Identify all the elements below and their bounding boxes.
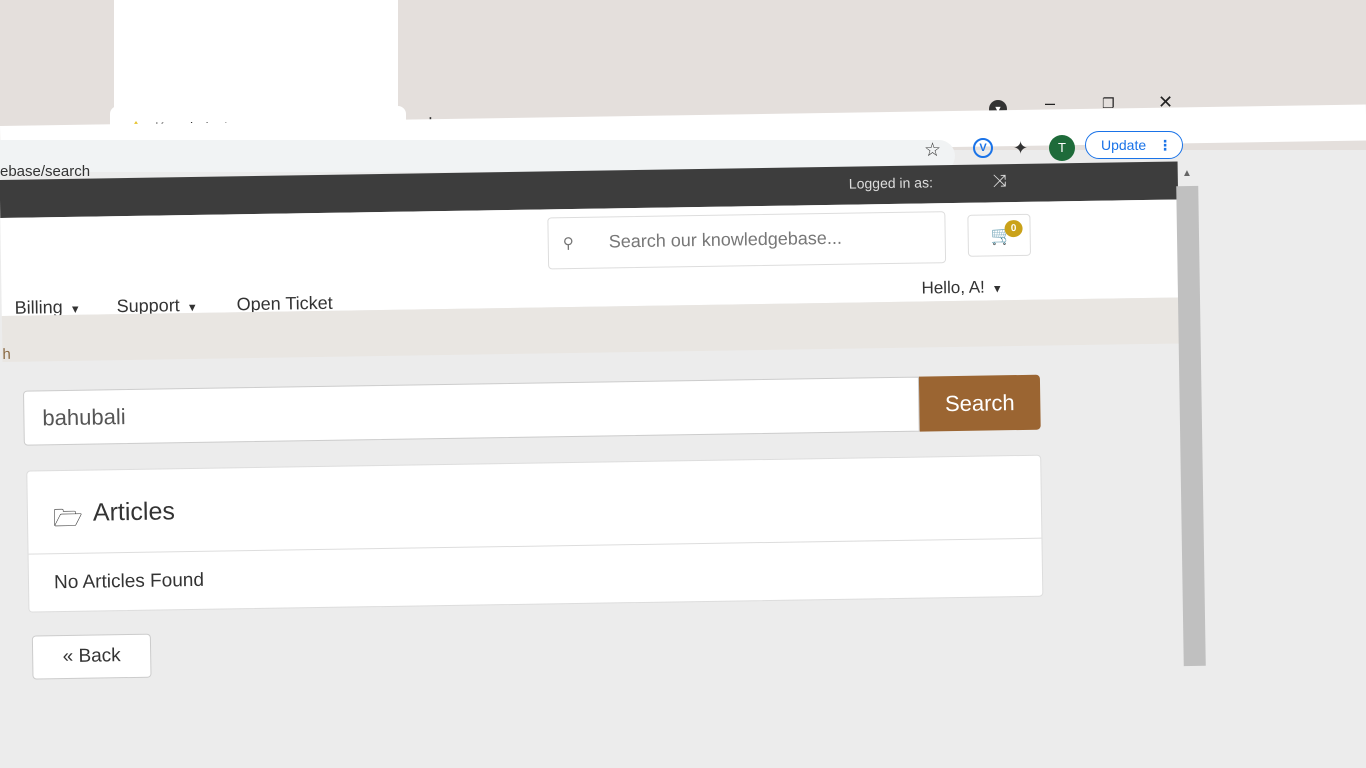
menu-dots-icon: ⋮ (1158, 137, 1172, 153)
background-window (114, 0, 398, 118)
search-button[interactable]: Search (918, 374, 1041, 432)
update-label: Update (1101, 137, 1147, 153)
empty-message: No Articles Found (53, 569, 205, 594)
folder-open-icon: 🗁 (52, 504, 83, 533)
web-page: Logged in as: ⤨ ⚲ Search our knowledgeba… (0, 161, 1186, 719)
search-icon: ⚲ (562, 234, 574, 253)
cart-count-badge: 0 (1004, 219, 1023, 238)
greeting-label: Hello, A! (921, 277, 985, 298)
chevron-down-icon: ▼ (991, 283, 1003, 296)
scrollbar[interactable]: ▲ (1176, 168, 1208, 667)
articles-panel: 🗁 Articles No Articles Found (26, 454, 1044, 613)
panel-title: Articles (92, 497, 176, 527)
url-text[interactable]: ebase/search (0, 163, 90, 180)
bookmark-star-icon[interactable]: ☆ (924, 139, 941, 162)
extensions-puzzle-icon[interactable]: ✦ (1013, 138, 1028, 159)
panel-header: 🗁 Articles (27, 455, 1042, 555)
extension-v-icon[interactable]: V (973, 138, 993, 158)
scroll-thumb[interactable] (1176, 185, 1206, 667)
search-placeholder: Search our knowledgebase... (608, 227, 843, 252)
update-button[interactable]: Update ⋮ (1085, 131, 1183, 159)
kb-search-input[interactable]: bahubali (22, 376, 920, 446)
profile-avatar[interactable]: T (1049, 135, 1075, 161)
logged-in-label: Logged in as: (848, 174, 934, 192)
back-button[interactable]: « Back (31, 633, 152, 680)
cart-button[interactable]: 🛒 0 (967, 213, 1032, 257)
shuffle-icon[interactable]: ⤨ (993, 171, 1007, 191)
breadcrumb[interactable]: h (2, 346, 11, 363)
scroll-up-icon[interactable]: ▲ (1182, 168, 1192, 179)
header-search-input[interactable]: ⚲ Search our knowledgebase... (547, 211, 947, 270)
user-menu[interactable]: Hello, A! ▼ (921, 277, 1003, 298)
